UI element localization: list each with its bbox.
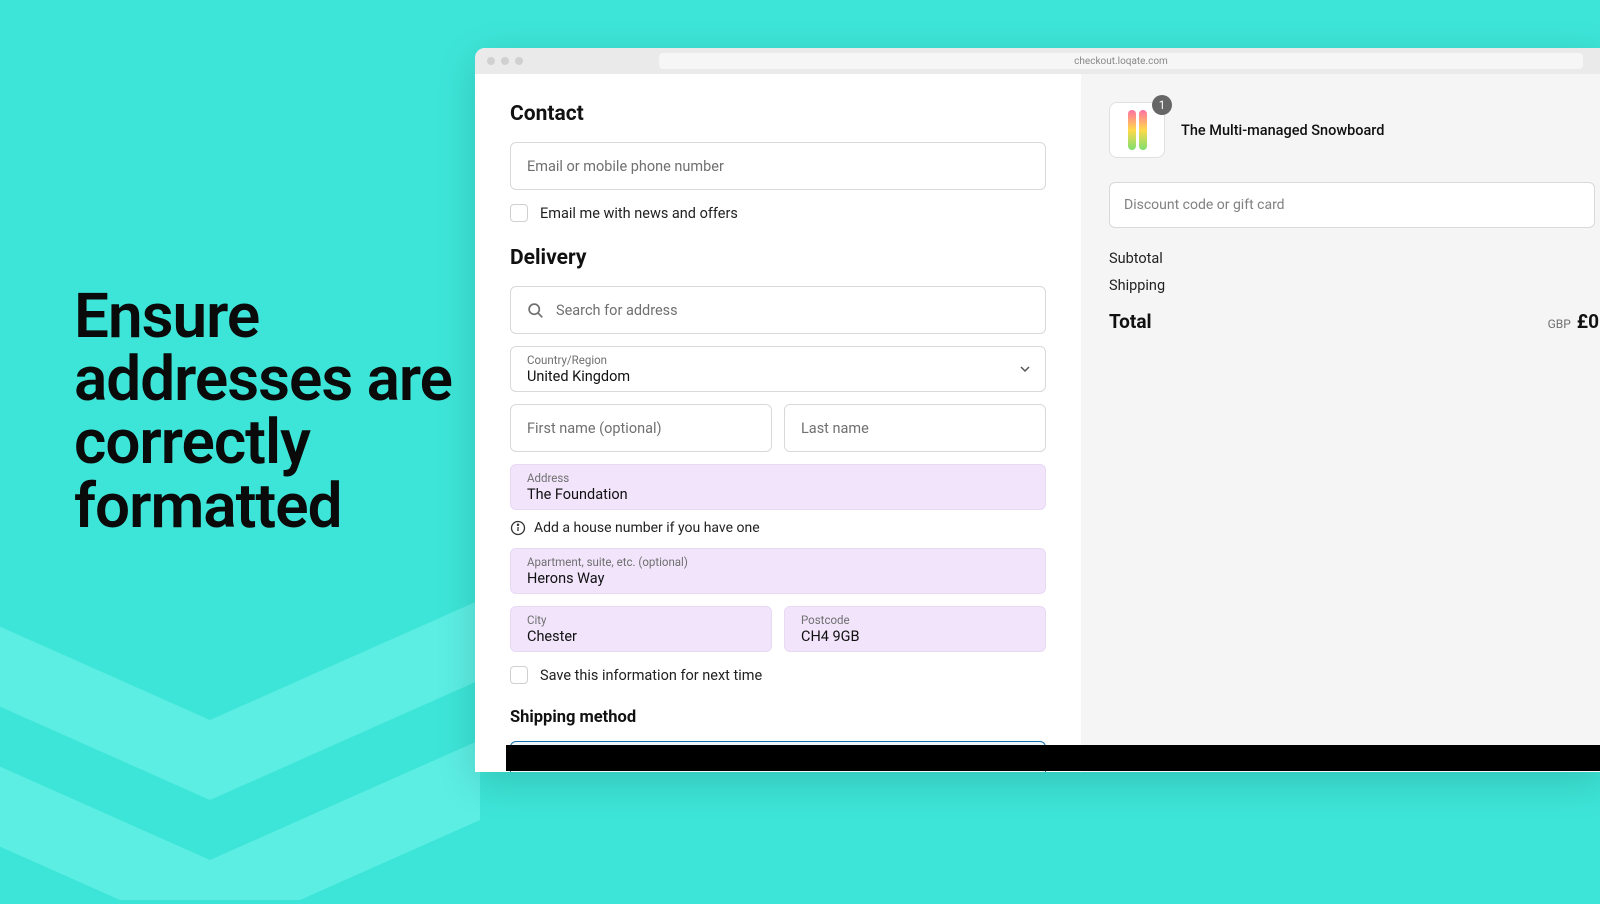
apartment-label: Apartment, suite, etc. (optional)	[527, 555, 1029, 569]
last-name-placeholder: Last name	[801, 420, 869, 437]
email-field[interactable]: Email or mobile phone number	[510, 142, 1046, 190]
shipping-method-title: Shipping method	[510, 708, 1046, 727]
save-info-label: Save this information for next time	[540, 667, 762, 684]
news-checkbox[interactable]	[510, 204, 528, 222]
search-placeholder: Search for address	[556, 302, 678, 319]
shipping-label: Shipping	[1109, 277, 1165, 294]
browser-chrome: checkout.loqate.com	[475, 48, 1600, 74]
url-bar[interactable]: checkout.loqate.com	[659, 53, 1583, 69]
product-name: The Multi-managed Snowboard	[1181, 122, 1384, 139]
checkout-main-column: Contact Email or mobile phone number Ema…	[475, 74, 1081, 772]
city-value: Chester	[527, 628, 755, 645]
address-label: Address	[527, 471, 1029, 485]
order-summary-column: 1 The Multi-managed Snowboard Discount c…	[1081, 74, 1600, 772]
news-checkbox-label: Email me with news and offers	[540, 205, 738, 222]
first-name-placeholder: First name (optional)	[527, 420, 662, 437]
email-placeholder: Email or mobile phone number	[527, 158, 724, 175]
discount-placeholder: Discount code or gift card	[1124, 197, 1285, 213]
country-label: Country/Region	[527, 353, 1005, 367]
city-label: City	[527, 613, 755, 627]
total-currency: GBP	[1548, 317, 1571, 331]
last-name-field[interactable]: Last name	[784, 404, 1046, 452]
traffic-light-minimize[interactable]	[501, 57, 509, 65]
save-info-checkbox[interactable]	[510, 666, 528, 684]
postcode-field[interactable]: Postcode CH4 9GB	[784, 606, 1046, 652]
country-select[interactable]: Country/Region United Kingdom	[510, 346, 1046, 392]
delivery-title: Delivery	[510, 246, 1046, 270]
address-hint: Add a house number if you have one	[534, 520, 760, 536]
address-search-input[interactable]: Search for address	[510, 286, 1046, 334]
apartment-value: Herons Way	[527, 570, 1029, 587]
background-chevrons	[0, 480, 520, 900]
total-amount: £0	[1577, 310, 1599, 333]
country-value: United Kingdom	[527, 368, 1005, 385]
postcode-label: Postcode	[801, 613, 1029, 627]
product-thumbnail: 1	[1109, 102, 1165, 158]
apartment-field[interactable]: Apartment, suite, etc. (optional) Herons…	[510, 548, 1046, 594]
city-field[interactable]: City Chester	[510, 606, 772, 652]
search-icon	[527, 302, 544, 319]
postcode-value: CH4 9GB	[801, 628, 1029, 645]
url-text: checkout.loqate.com	[1074, 56, 1168, 67]
browser-window: checkout.loqate.com Contact Email or mob…	[475, 48, 1600, 772]
hero-headline: Ensure addresses are correctly formatted	[74, 285, 464, 538]
quantity-badge: 1	[1152, 95, 1172, 115]
first-name-field[interactable]: First name (optional)	[510, 404, 772, 452]
address-field[interactable]: Address The Foundation	[510, 464, 1046, 510]
total-label: Total	[1109, 310, 1152, 333]
chevron-down-icon	[1019, 363, 1031, 375]
address-value: The Foundation	[527, 486, 1029, 503]
traffic-light-zoom[interactable]	[515, 57, 523, 65]
traffic-light-close[interactable]	[487, 57, 495, 65]
subtotal-label: Subtotal	[1109, 250, 1163, 267]
discount-code-input[interactable]: Discount code or gift card	[1109, 182, 1595, 228]
bottom-bar	[506, 745, 1600, 771]
contact-title: Contact	[510, 102, 1046, 126]
cart-item: 1 The Multi-managed Snowboard	[1109, 102, 1600, 158]
info-icon	[510, 520, 526, 536]
